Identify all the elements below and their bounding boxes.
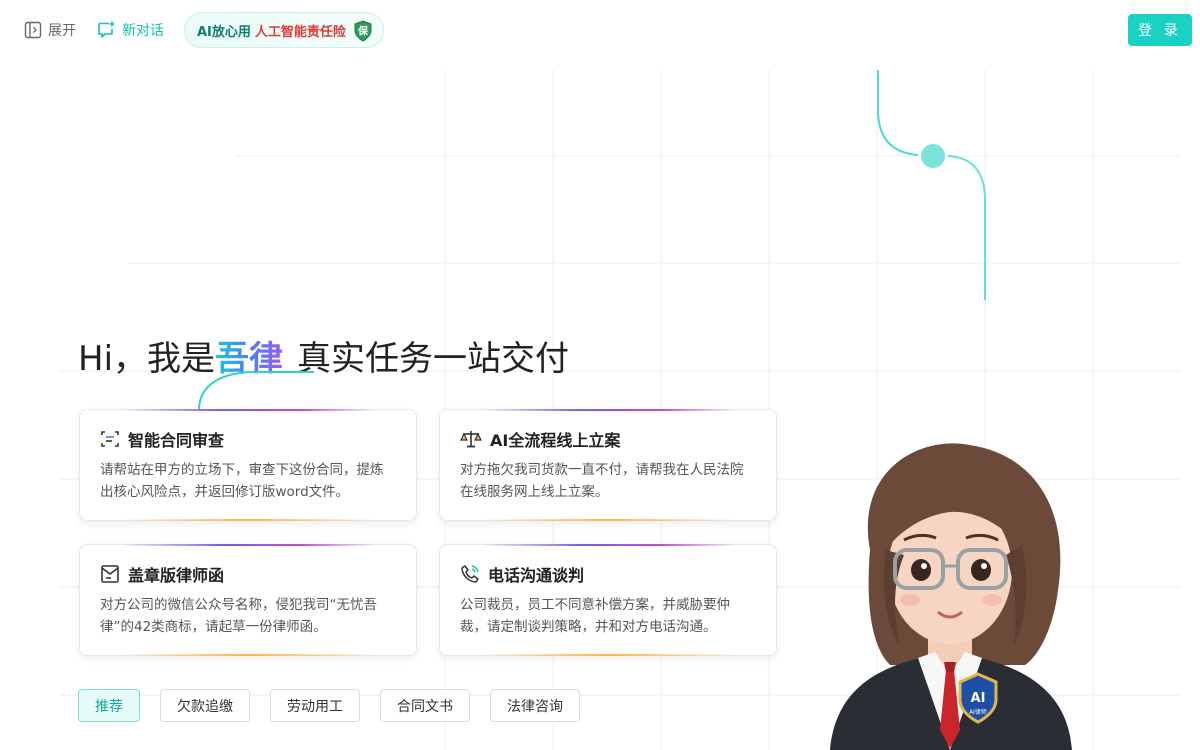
login-button[interactable]: 登 录 bbox=[1128, 14, 1192, 46]
tab-recommended[interactable]: 推荐 bbox=[78, 689, 140, 722]
card-title-row: 电话沟通谈判 bbox=[460, 563, 756, 585]
phone-icon bbox=[461, 565, 479, 583]
expand-label: 展开 bbox=[48, 23, 76, 39]
task-card-phone-negotiation[interactable]: 电话沟通谈判 公司裁员，员工不同意补偿方案，并威胁要仲裁，请定制谈判策略，并和对… bbox=[439, 544, 777, 656]
decorative-arc bbox=[198, 371, 314, 411]
expand-sidebar-button[interactable]: 展开 bbox=[24, 19, 76, 41]
tab-debt-collection[interactable]: 欠款追缴 bbox=[160, 689, 250, 722]
top-bar: 展开 新对话 AI放心用 人工智能责任险 保 登 录 bbox=[0, 0, 1200, 60]
hero-greeting: Hi，我是 bbox=[78, 338, 216, 379]
tab-legal-consult[interactable]: 法律咨询 bbox=[490, 689, 580, 722]
card-desc: 对方拖欠我司货款一直不付，请帮我在人民法院在线服务网上线上立案。 bbox=[460, 462, 744, 500]
tab-labor[interactable]: 劳动用工 bbox=[270, 689, 360, 722]
card-title-row: AI全流程线上立案 bbox=[460, 428, 756, 450]
insurance-badge[interactable]: AI放心用 人工智能责任险 保 bbox=[184, 12, 384, 48]
shield-icon: 保 bbox=[354, 20, 372, 42]
card-title: 盖章版律师函 bbox=[128, 566, 225, 585]
new-chat-button[interactable]: 新对话 bbox=[96, 19, 164, 41]
shield-text: 保 bbox=[357, 25, 369, 38]
task-card-online-filing[interactable]: AI全流程线上立案 对方拖欠我司货款一直不付，请帮我在人民法院在线服务网上线上立… bbox=[439, 409, 777, 521]
scan-document-icon bbox=[101, 431, 119, 447]
letter-icon bbox=[101, 565, 119, 583]
card-title: 电话沟通谈判 bbox=[488, 566, 585, 585]
card-title: 智能合同审查 bbox=[128, 431, 225, 450]
scales-icon bbox=[460, 431, 482, 448]
badge-text-primary: AI放心用 bbox=[197, 24, 251, 40]
new-chat-label: 新对话 bbox=[122, 23, 164, 39]
card-title-row: 盖章版律师函 bbox=[100, 563, 396, 585]
card-desc: 公司裁员，员工不同意补偿方案，并威胁要仲裁，请定制谈判策略，并和对方电话沟通。 bbox=[460, 597, 730, 635]
hero-headline: Hi，我是 吾律 真实任务一站交付 bbox=[78, 332, 570, 379]
card-title-row: 智能合同审查 bbox=[100, 428, 396, 450]
sidebar-expand-icon bbox=[24, 21, 42, 39]
tab-contract-docs[interactable]: 合同文书 bbox=[380, 689, 470, 722]
card-title: AI全流程线上立案 bbox=[490, 431, 621, 450]
avatar-badge-subtext: AI律师 bbox=[969, 708, 987, 716]
task-card-contract-review[interactable]: 智能合同审查 请帮站在甲方的立场下，审查下这份合同，提炼出核心风险点，并返回修订… bbox=[79, 409, 417, 521]
hero-tagline: 真实任务一站交付 bbox=[297, 338, 570, 379]
new-chat-icon bbox=[98, 21, 115, 38]
task-card-lawyer-letter[interactable]: 盖章版律师函 对方公司的微信公众号名称，侵犯我司“无忧吾律”的42类商标，请起草… bbox=[79, 544, 417, 656]
ai-lawyer-avatar: AI AI律师 bbox=[830, 443, 1072, 750]
avatar-badge-text: AI bbox=[971, 691, 986, 706]
card-desc: 对方公司的微信公众号名称，侵犯我司“无忧吾律”的42类商标，请起草一份律师函。 bbox=[100, 597, 377, 635]
card-desc: 请帮站在甲方的立场下，审查下这份合同，提炼出核心风险点，并返回修订版word文件… bbox=[100, 462, 384, 500]
badge-text-highlight: 人工智能责任险 bbox=[254, 24, 346, 40]
